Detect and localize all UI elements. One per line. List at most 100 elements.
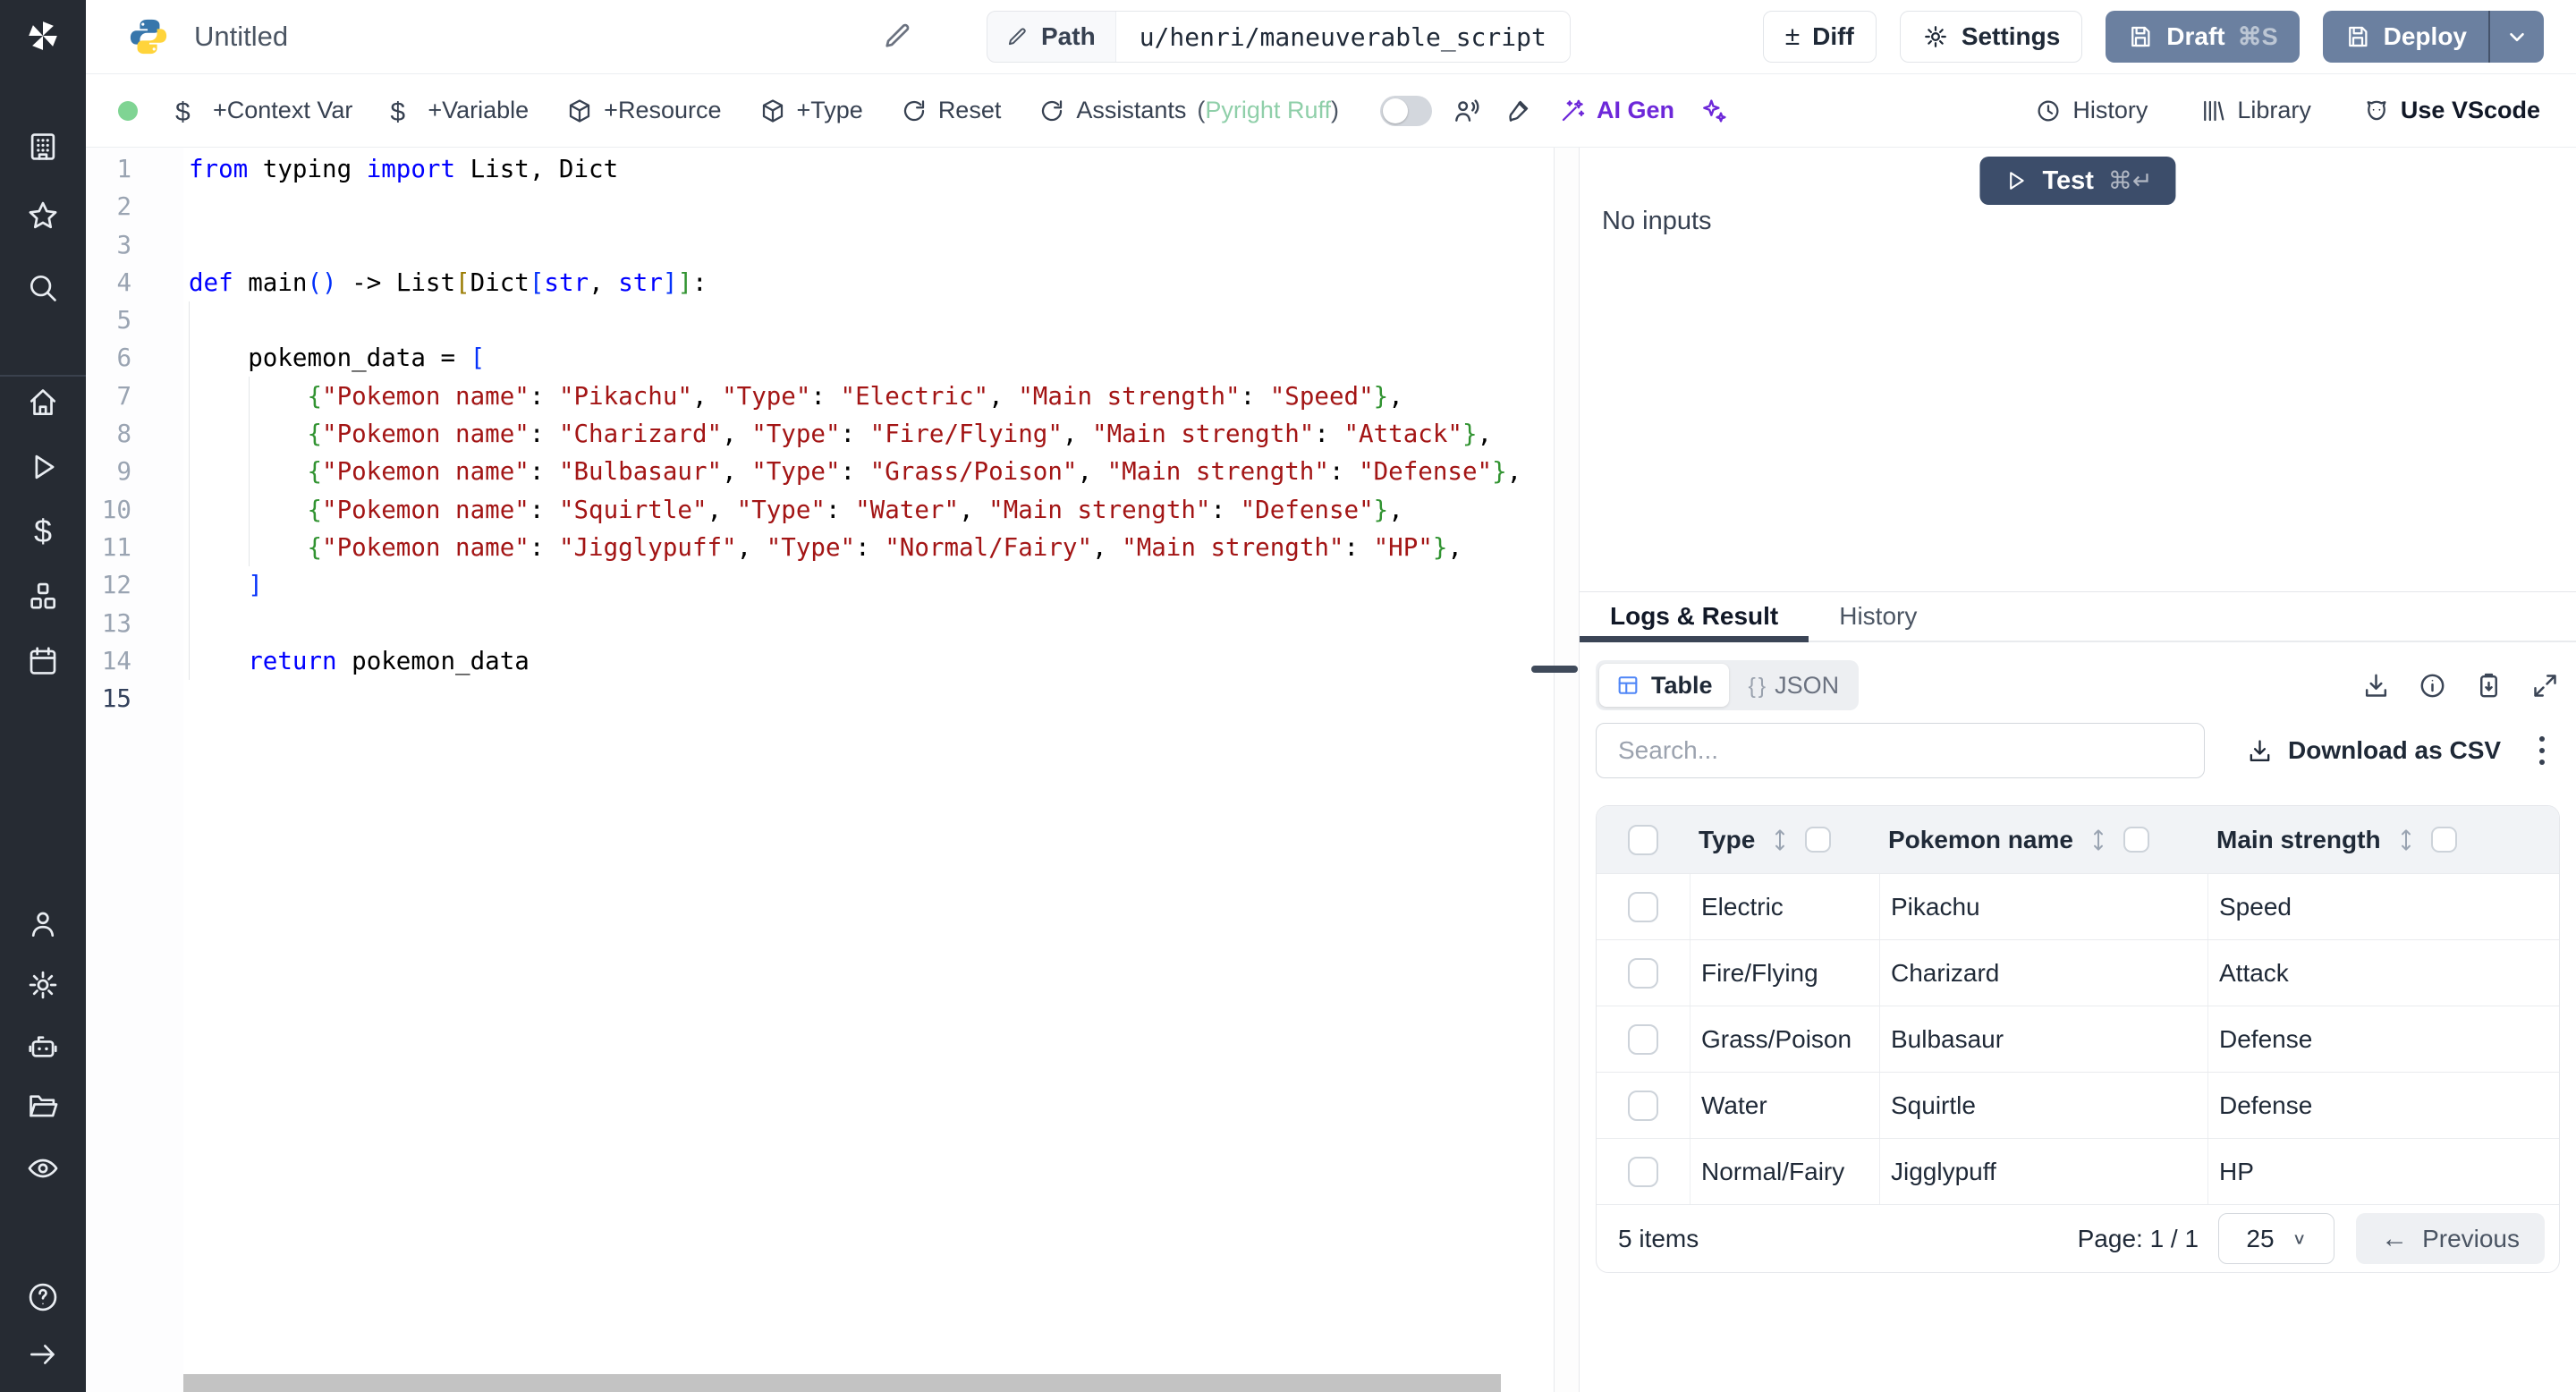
- history-button[interactable]: History: [2035, 97, 2148, 124]
- sparkles-icon[interactable]: [1699, 97, 1728, 125]
- schedules-calendar-icon[interactable]: [23, 641, 63, 681]
- sort-icon[interactable]: [2085, 825, 2112, 855]
- tab-logs-result[interactable]: Logs & Result: [1580, 592, 1809, 642]
- add-context-var-button[interactable]: +Context Var: [175, 97, 352, 124]
- user-voice-icon[interactable]: [1452, 97, 1480, 125]
- library-button[interactable]: Library: [2199, 97, 2311, 124]
- edit-title-pencil-icon[interactable]: [881, 20, 913, 52]
- row-checkbox[interactable]: [1628, 1090, 1658, 1121]
- select-all-checkbox[interactable]: [1628, 824, 1658, 855]
- table-cell: HP: [2207, 1139, 2559, 1204]
- tab-history[interactable]: History: [1809, 592, 1947, 641]
- code-line[interactable]: [189, 680, 1554, 717]
- line-number: 14: [101, 646, 131, 675]
- code-line[interactable]: {"Pokemon name": "Pikachu", "Type": "Ele…: [189, 378, 1554, 415]
- format-brush-icon[interactable]: [1504, 97, 1532, 125]
- windmill-logo-icon[interactable]: [23, 16, 63, 55]
- expand-sidebar-arrow-icon[interactable]: [23, 1335, 63, 1374]
- runs-play-icon[interactable]: [23, 447, 63, 487]
- code-editor[interactable]: 1 2 3 4 5 6 7 8 9 10 11 12 13 14 15 from typing import…: [86, 148, 1554, 1392]
- code-line[interactable]: {"Pokemon name": "Squirtle", "Type": "Wa…: [189, 491, 1554, 529]
- column-pin-checkbox[interactable]: [2430, 827, 2457, 853]
- sort-icon[interactable]: [1767, 825, 1793, 855]
- settings-button[interactable]: Settings: [1899, 11, 2083, 63]
- path-field[interactable]: Path u/henri/maneuverable_script: [987, 11, 1571, 63]
- code-line[interactable]: {"Pokemon name": "Charizard", "Type": "F…: [189, 415, 1554, 453]
- workspace-building-icon[interactable]: [23, 127, 63, 166]
- multiplayer-toggle[interactable]: [1379, 95, 1432, 126]
- splitter-drag-handle[interactable]: [1531, 666, 1578, 673]
- code-line[interactable]: [189, 188, 1554, 225]
- assistants-status: Pyright Ruff: [1205, 97, 1331, 123]
- row-checkbox[interactable]: [1628, 1156, 1658, 1187]
- home-icon[interactable]: [23, 383, 63, 422]
- add-resource-button[interactable]: +Resource: [566, 97, 722, 124]
- code-line[interactable]: {"Pokemon name": "Bulbasaur", "Type": "G…: [189, 453, 1554, 490]
- column-pin-checkbox[interactable]: [2123, 827, 2149, 853]
- diff-button[interactable]: ± Diff: [1762, 11, 1877, 63]
- table-menu-kebab[interactable]: [2524, 731, 2560, 770]
- workers-robot-icon[interactable]: [23, 1027, 63, 1066]
- code-line[interactable]: {"Pokemon name": "Jigglypuff", "Type": "…: [189, 529, 1554, 566]
- path-value[interactable]: u/henri/maneuverable_script: [1114, 12, 1570, 62]
- settings-gear-icon[interactable]: [23, 965, 63, 1005]
- add-type-button[interactable]: +Type: [759, 97, 863, 124]
- column-header[interactable]: Main strength: [2207, 825, 2559, 855]
- copy-clipboard-icon[interactable]: [2474, 671, 2504, 700]
- line-number: 13: [101, 608, 131, 638]
- use-vscode-button[interactable]: Use VScode: [2363, 97, 2540, 124]
- table-row[interactable]: Fire/Flying Charizard Attack: [1597, 939, 2559, 1006]
- test-button[interactable]: Test ⌘↵: [1979, 157, 2176, 205]
- column-header[interactable]: Type: [1690, 825, 1879, 855]
- draft-button[interactable]: Draft ⌘S: [2106, 11, 2300, 63]
- code-line[interactable]: [189, 605, 1554, 642]
- code-line[interactable]: from typing import List, Dict: [189, 150, 1554, 188]
- magic-wand-icon: [1559, 98, 1586, 124]
- ai-gen-button[interactable]: AI Gen: [1559, 97, 1674, 124]
- deploy-dropdown-chevron[interactable]: [2488, 11, 2544, 63]
- result-tabs: Logs & Result History: [1580, 592, 2576, 642]
- column-pin-checkbox[interactable]: [1805, 827, 1832, 853]
- code-line[interactable]: [189, 301, 1554, 339]
- search-icon[interactable]: [23, 268, 63, 308]
- code-lines[interactable]: from typing import List, Dict def main() …: [183, 148, 1554, 1392]
- info-icon[interactable]: [2418, 671, 2447, 700]
- row-checkbox[interactable]: [1628, 891, 1658, 922]
- table-row[interactable]: Water Squirtle Defense: [1597, 1072, 2559, 1138]
- help-icon[interactable]: [23, 1277, 63, 1317]
- table-row[interactable]: Electric Pikachu Speed: [1597, 873, 2559, 939]
- table-cell: Fire/Flying: [1690, 940, 1879, 1006]
- favorites-star-icon[interactable]: [23, 196, 63, 235]
- horizontal-scrollbar[interactable]: [183, 1374, 1501, 1392]
- expand-fullscreen-icon[interactable]: [2530, 671, 2560, 700]
- view-json-button[interactable]: JSON: [1733, 664, 1856, 707]
- user-icon[interactable]: [23, 904, 63, 944]
- assistants-button[interactable]: Assistants (Pyright Ruff): [1038, 97, 1339, 124]
- column-header[interactable]: Pokemon name: [1879, 825, 2207, 855]
- code-line[interactable]: return pokemon_data: [189, 642, 1554, 680]
- row-checkbox[interactable]: [1628, 1023, 1658, 1055]
- download-result-icon[interactable]: [2361, 671, 2391, 700]
- row-checkbox[interactable]: [1628, 957, 1658, 989]
- sort-icon[interactable]: [2393, 825, 2419, 855]
- panel-splitter[interactable]: [1531, 148, 1580, 1392]
- deploy-button[interactable]: Deploy: [2322, 11, 2488, 63]
- view-table-button[interactable]: Table: [1599, 664, 1729, 707]
- table-row[interactable]: Normal/Fairy Jigglypuff HP: [1597, 1138, 2559, 1204]
- previous-page-button[interactable]: Previous: [2356, 1213, 2545, 1264]
- code-line[interactable]: def main() -> List[Dict[str, str]]:: [189, 264, 1554, 301]
- resources-cubes-icon[interactable]: [23, 577, 63, 616]
- page-size-select[interactable]: 25 ∨: [2218, 1213, 2335, 1264]
- search-input[interactable]: [1596, 723, 2205, 778]
- table-row[interactable]: Grass/Poison Bulbasaur Defense: [1597, 1006, 2559, 1072]
- audit-eye-icon[interactable]: [23, 1149, 63, 1188]
- variables-dollar-icon[interactable]: $: [23, 512, 63, 551]
- path-pencil-icon: [1005, 25, 1029, 48]
- reset-button[interactable]: Reset: [901, 97, 1001, 124]
- code-line[interactable]: ]: [189, 566, 1554, 604]
- code-line[interactable]: [189, 226, 1554, 264]
- folders-icon[interactable]: [23, 1086, 63, 1125]
- add-variable-button[interactable]: +Variable: [390, 97, 529, 124]
- download-csv-button[interactable]: Download as CSV: [2246, 736, 2501, 765]
- code-line[interactable]: pokemon_data = [: [189, 339, 1554, 377]
